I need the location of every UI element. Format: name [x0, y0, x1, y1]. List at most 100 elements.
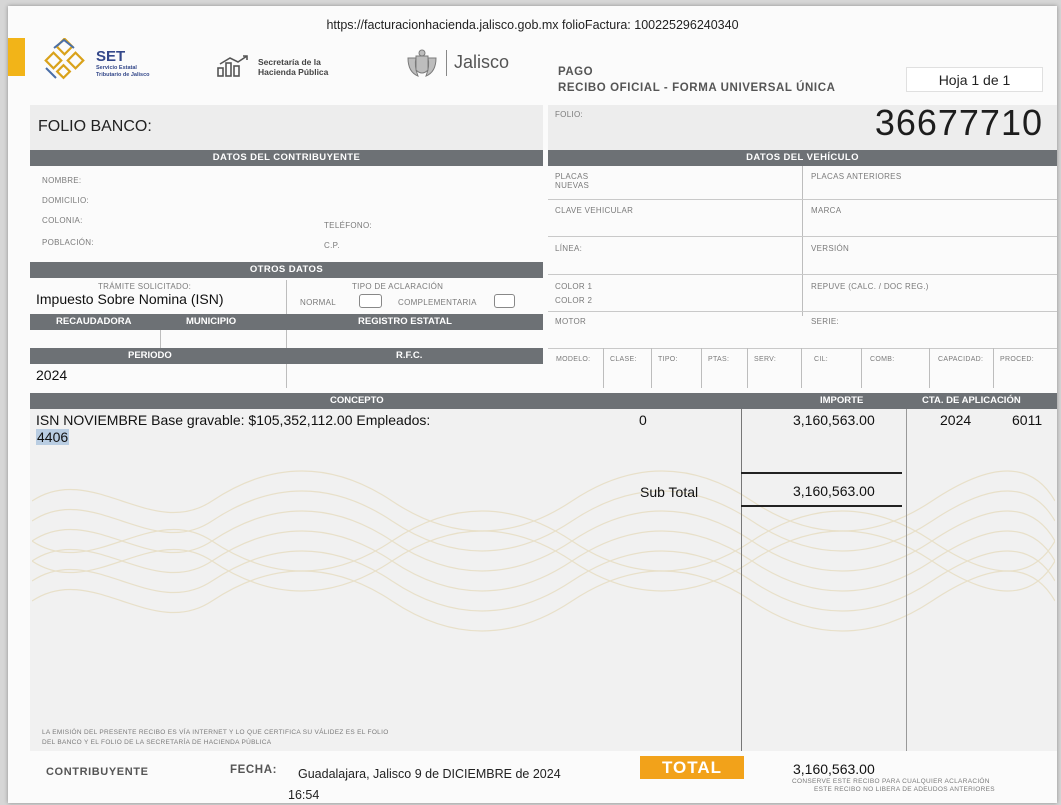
spec-divider — [747, 348, 748, 388]
folio-number: 36677710 — [874, 102, 1043, 143]
cta-left-border — [906, 409, 907, 751]
fecha-label: FECHA: — [230, 764, 278, 776]
spec-label: PTAS: — [708, 356, 730, 363]
row-line-2 — [548, 236, 1057, 237]
cta-year: 2024 — [940, 412, 972, 428]
placas-nuevas-1: PLACAS — [555, 172, 589, 181]
complementaria-label: COMPLEMENTARIA — [398, 298, 477, 307]
sh-logo: Secretaría de la Hacienda Pública — [216, 54, 366, 84]
placas-nuevas-2: NUEVAS — [555, 181, 590, 190]
concepto-header-bar — [30, 393, 1057, 409]
chart-arrow-icon — [217, 55, 248, 77]
fecha-value: Guadalajara, Jalisco 9 de DICIEMBRE de 2… — [298, 767, 561, 781]
otros-header: OTROS DATOS — [30, 262, 543, 278]
recibo-title: RECIBO OFICIAL - FORMA UNIVERSAL ÚNICA — [558, 82, 836, 94]
serie-label: SERIE: — [811, 317, 840, 326]
otros-divider — [286, 280, 287, 314]
rfc-label: R.F.C. — [396, 350, 423, 361]
color2-label: COLOR 2 — [555, 296, 593, 305]
importe-value: 3,160,563.00 — [793, 412, 875, 428]
poblacion-label: POBLACIÓN: — [42, 238, 94, 247]
linea-label: LÍNEA: — [555, 244, 583, 253]
spec-label: CIL: — [814, 356, 829, 363]
conserve-line1: CONSERVE ESTE RECIBO PARA CUALQUIER ACLA… — [792, 778, 990, 785]
repuve-label: REPUVE (CALC. / DOC REG.) — [811, 282, 929, 291]
set-line2: Tributario de Jalisco — [96, 72, 150, 78]
marca-label: MARCA — [811, 206, 842, 215]
jalisco-name: Jalisco — [454, 52, 510, 72]
hora-value: 16:54 — [288, 788, 320, 802]
disclaimer-line1: LA EMISIÓN DEL PRESENTE RECIBO ES VÍA IN… — [42, 729, 389, 736]
domicilio-label: DOMICILIO: — [42, 196, 90, 205]
url-line: https://facturacionhacienda.jalisco.gob.… — [326, 18, 739, 32]
spec-label: CAPACIDAD: — [938, 356, 984, 363]
security-pattern — [32, 470, 1055, 632]
accent-bar — [8, 38, 25, 76]
concepto-zero: 0 — [639, 412, 647, 428]
spec-label: CLASE: — [610, 356, 637, 363]
contribuyente-sign-label: CONTRIBUYENTE — [46, 766, 149, 778]
recaudadora-label: RECAUDADORA — [56, 316, 132, 327]
pago-label: PAGO — [558, 66, 594, 78]
jalisco-logo: Jalisco — [404, 48, 534, 82]
vehiculo-divider — [802, 166, 803, 316]
row-line-3 — [548, 274, 1057, 275]
contribuyente-header: DATOS DEL CONTRIBUYENTE — [30, 150, 543, 166]
set-line1: Servicio Estatal — [96, 65, 137, 71]
vehiculo-spec-row: MODELO: CLASE: TIPO: PTAS: SERV: CIL: COMB: CAP… — [548, 348, 1057, 388]
motor-label: MOTOR — [555, 317, 587, 326]
colonia-label: COLONIA: — [42, 216, 83, 225]
sh-line2: Hacienda Pública — [258, 67, 329, 77]
row-line-4 — [548, 311, 1057, 312]
spec-divider — [929, 348, 930, 388]
version-label: VERSIÓN — [811, 244, 850, 253]
tramite-label: TRÁMITE SOLICITADO: — [98, 282, 192, 291]
complementaria-checkbox[interactable] — [494, 294, 515, 308]
periodo-header-bar — [30, 348, 543, 364]
spec-label: PROCED: — [1000, 356, 1034, 363]
telefono-label: TELÉFONO: — [324, 221, 373, 230]
aclaracion-label: TIPO DE ACLARACIÓN — [352, 282, 444, 291]
total-value: 3,160,563.00 — [793, 761, 875, 777]
total-badge: TOTAL — [640, 756, 744, 779]
spec-divider — [993, 348, 994, 388]
sh-line1: Secretaría de la — [258, 57, 321, 67]
grid-divider-3 — [286, 364, 287, 388]
concepto-line1: ISN NOVIEMBRE Base gravable: $105,352,11… — [36, 412, 431, 428]
normal-label: NORMAL — [300, 298, 337, 307]
spec-label: SERV: — [754, 356, 777, 363]
spec-divider — [701, 348, 702, 388]
periodo-label: PERIODO — [128, 350, 172, 361]
registro-label: REGISTRO ESTATAL — [358, 316, 452, 327]
spec-divider — [801, 348, 802, 388]
set-logo-icon — [44, 37, 85, 80]
vehiculo-header: DATOS DEL VEHÍCULO — [548, 150, 1057, 166]
set-abbr: SET — [96, 48, 126, 65]
page-indicator: Hoja 1 de 1 — [906, 67, 1043, 92]
subtotal-label: Sub Total — [640, 484, 699, 500]
normal-checkbox[interactable] — [359, 294, 382, 308]
spec-label: COMB: — [870, 356, 895, 363]
color1-label: COLOR 1 — [555, 282, 593, 291]
disclaimer-line2: DEL BANCO Y EL FOLIO DE LA SECRETARÍA DE… — [42, 739, 272, 746]
folio-label: FOLIO: — [555, 110, 584, 119]
spec-label: TIPO: — [658, 356, 678, 363]
receipt-paper: https://facturacionhacienda.jalisco.gob.… — [8, 6, 1057, 803]
spec-label: MODELO: — [556, 356, 591, 363]
importe-left-border — [741, 409, 742, 751]
spec-divider — [603, 348, 604, 388]
cta-code: 6011 — [1012, 412, 1043, 428]
clave-label: CLAVE VEHICULAR — [555, 206, 634, 215]
subtotal-value: 3,160,563.00 — [793, 483, 875, 499]
conserve-line2: ESTE RECIBO NO LIBERA DE ADEUDOS ANTERIO… — [814, 786, 995, 793]
folio-banco-label: FOLIO BANCO: — [38, 118, 152, 135]
concepto-line2: 4406 — [36, 429, 70, 445]
set-logo: SET Servicio Estatal Tributario de Jalis… — [42, 37, 187, 82]
placas-anteriores: PLACAS ANTERIORES — [811, 172, 902, 181]
subtotal-bottom-rule — [741, 505, 902, 507]
importe-head: IMPORTE — [820, 395, 864, 406]
spec-divider — [651, 348, 652, 388]
row-line-1 — [548, 199, 1057, 200]
jalisco-shield-icon — [407, 49, 437, 77]
jalisco-divider — [446, 50, 447, 76]
